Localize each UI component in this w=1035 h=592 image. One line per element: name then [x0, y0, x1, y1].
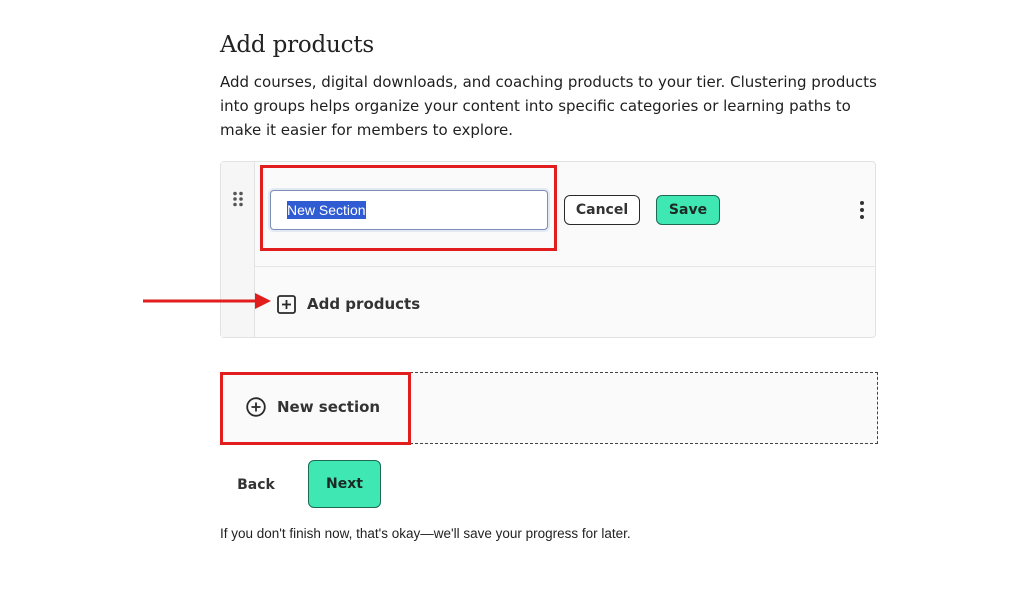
plus-square-icon [277, 294, 296, 314]
add-products-page: Add products Add courses, digital downlo… [0, 0, 1035, 592]
next-button[interactable]: Next [308, 460, 381, 508]
add-products-button[interactable]: Add products [277, 292, 420, 316]
drag-handle-icon[interactable] [232, 191, 244, 207]
progress-note: If you don't finish now, that's okay—we'… [220, 526, 631, 541]
cancel-button[interactable]: Cancel [564, 195, 640, 225]
page-title: Add products [220, 32, 374, 58]
save-button[interactable]: Save [656, 195, 720, 225]
section-name-input[interactable]: New Section [270, 190, 548, 230]
new-section-button[interactable]: New section [246, 397, 380, 417]
section-header: New Section Cancel Save [255, 162, 875, 267]
section-card: New Section Cancel Save Add products [220, 161, 876, 338]
section-name-selected-text: New Section [287, 201, 366, 219]
annotation-arrow-icon [143, 293, 271, 309]
new-section-dropzone[interactable]: New section [220, 372, 878, 444]
back-button[interactable]: Back [227, 470, 285, 500]
add-products-label: Add products [307, 295, 421, 313]
plus-circle-icon [246, 397, 266, 417]
new-section-label: New section [277, 398, 381, 416]
kebab-menu-icon[interactable] [855, 200, 869, 220]
page-description: Add courses, digital downloads, and coac… [220, 73, 877, 139]
